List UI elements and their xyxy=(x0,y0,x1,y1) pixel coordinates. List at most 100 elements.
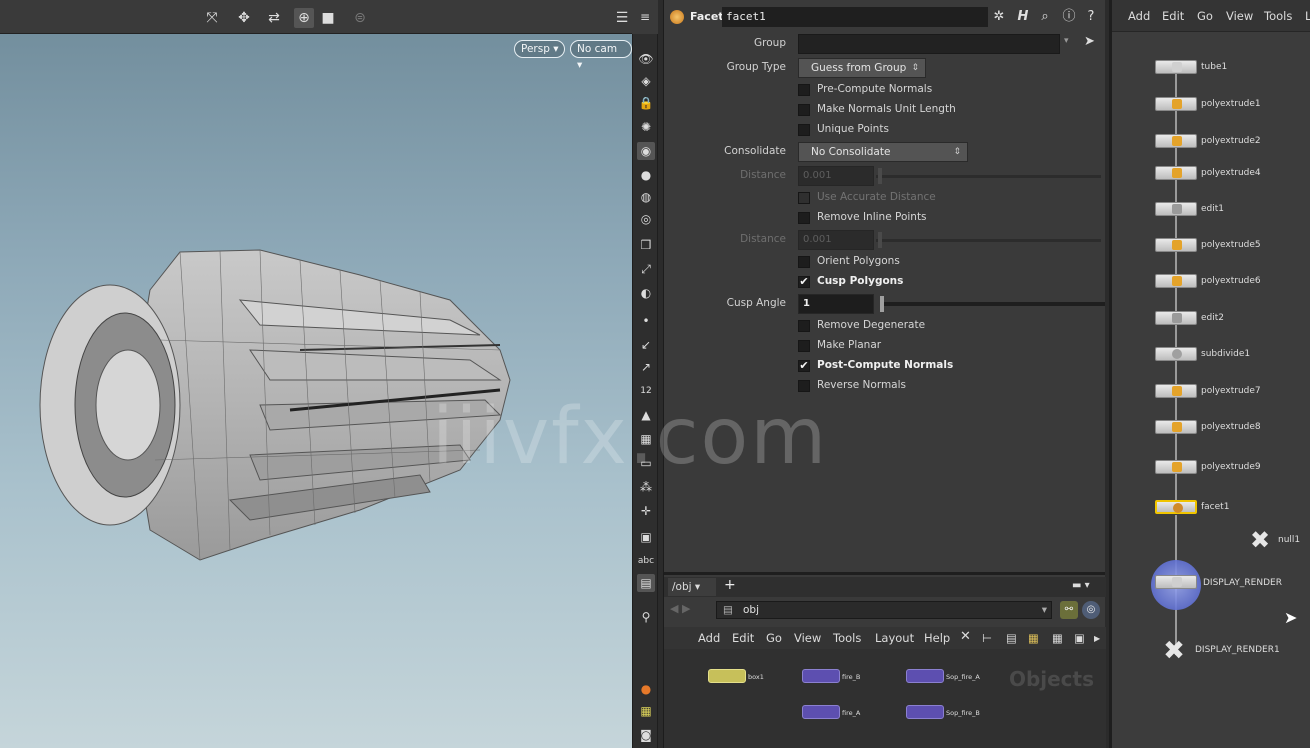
wrench-icon[interactable]: ✕ xyxy=(960,629,971,644)
post-compute-normals-checkbox[interactable]: ✔ xyxy=(798,360,810,372)
sop-node[interactable] xyxy=(1155,97,1197,111)
node-name-field[interactable]: facet1 xyxy=(722,7,988,27)
handle-icon[interactable]: ✛ xyxy=(637,502,655,520)
prim-icon[interactable]: ▲ xyxy=(637,406,655,424)
object-network-canvas[interactable]: box1 fire_B Sop_fire_A fire_A Sop_fire_B… xyxy=(664,649,1106,748)
back-arrow-icon[interactable]: ◀ ▶ xyxy=(670,602,690,615)
vector-icon[interactable]: ↗ xyxy=(637,358,655,376)
cam-menu[interactable]: No cam ▾ xyxy=(570,40,632,71)
cusp-angle-field[interactable]: 1 xyxy=(798,294,874,314)
cusp-angle-slider-handle[interactable] xyxy=(880,296,884,312)
sop-menu-tools[interactable]: Tools xyxy=(1264,9,1292,23)
view-icon[interactable]: 👁 xyxy=(637,50,655,68)
normal-icon[interactable]: ↙ xyxy=(637,336,655,354)
gear-icon[interactable]: ✲ xyxy=(990,8,1008,26)
engine-model[interactable] xyxy=(30,230,530,570)
info-icon[interactable]: ⓘ xyxy=(1060,8,1078,26)
group-dropdown-icon[interactable]: ▾ xyxy=(1064,36,1069,46)
help-icon[interactable]: ? xyxy=(1082,8,1100,26)
help-h-icon[interactable]: H xyxy=(1014,8,1032,26)
cusp-angle-slider-track[interactable] xyxy=(880,302,1105,306)
eye-icon[interactable]: ◙ xyxy=(637,726,655,744)
menu-edit[interactable]: Edit xyxy=(732,631,754,645)
sop-node[interactable] xyxy=(1155,202,1197,216)
menu-add[interactable]: Add xyxy=(698,631,720,645)
uv-icon[interactable]: ▦ xyxy=(637,430,655,448)
search-icon[interactable]: ⌕ xyxy=(1036,8,1054,26)
dot-icon[interactable]: • xyxy=(637,312,655,330)
sop-node[interactable] xyxy=(1155,420,1197,434)
add-tab-button[interactable]: + xyxy=(724,577,736,593)
network-node[interactable] xyxy=(802,705,840,719)
light-icon[interactable]: ✺ xyxy=(637,118,655,136)
sop-node[interactable] xyxy=(1155,347,1197,361)
scene-viewport[interactable]: ⤧ ✥ ⇄ ⊕ ■ ⊜ ☰ Persp ▾ No cam ▾ xyxy=(0,0,632,748)
display-icon[interactable]: ▤ xyxy=(637,574,655,592)
reverse-normals-checkbox[interactable] xyxy=(798,380,810,392)
make-normals-unit-checkbox[interactable] xyxy=(798,104,810,116)
pane-menu-icon[interactable]: ▬ ▾ xyxy=(1072,580,1090,591)
pose-icon[interactable]: ⊕ xyxy=(294,8,314,28)
sop-node[interactable] xyxy=(1155,60,1197,74)
remove-degenerate-checkbox[interactable] xyxy=(798,320,810,332)
sop-node[interactable] xyxy=(1155,384,1197,398)
sop-node[interactable] xyxy=(1155,460,1197,474)
make-planar-checkbox[interactable] xyxy=(798,340,810,352)
orient-polygons-checkbox[interactable] xyxy=(798,256,810,268)
display-render-node[interactable] xyxy=(1155,575,1197,589)
network-node[interactable] xyxy=(906,705,944,719)
null-node-icon[interactable]: ✖ xyxy=(1244,528,1276,552)
select-icon[interactable]: ⤧ xyxy=(202,8,222,28)
render-icon[interactable]: ▦ xyxy=(637,702,655,720)
frame-icon[interactable]: ▭ xyxy=(637,454,655,472)
sop-menu-edit[interactable]: Edit xyxy=(1162,9,1184,23)
pre-compute-normals-checkbox[interactable] xyxy=(798,84,810,96)
point-number-icon[interactable]: 12 xyxy=(637,382,655,400)
menu-help[interactable]: Help xyxy=(924,631,950,645)
network-node[interactable] xyxy=(802,669,840,683)
box-icon[interactable]: ▣ xyxy=(637,528,655,546)
snap-icon[interactable]: ■ xyxy=(318,8,338,28)
record-icon[interactable]: ● xyxy=(637,680,655,698)
more-icon[interactable]: ▶ xyxy=(1094,634,1100,643)
grid-icon[interactable]: ▦ xyxy=(1052,631,1063,645)
nodes-icon[interactable]: ⁂ xyxy=(637,478,655,496)
shelf-menu-icon[interactable]: ≡ xyxy=(636,8,654,26)
network-icon[interactable]: ▣ xyxy=(1074,631,1085,645)
viewport-options-icon[interactable]: ☰ xyxy=(612,8,632,28)
ghost-icon[interactable]: ◈ xyxy=(637,72,655,90)
sop-node[interactable] xyxy=(1155,311,1197,325)
link-pane-icon[interactable]: ◎ xyxy=(1082,601,1100,619)
path-dropdown-icon[interactable]: ▾ xyxy=(1042,602,1047,618)
pin-icon[interactable]: ⚲ xyxy=(637,608,655,626)
unique-points-checkbox[interactable] xyxy=(798,124,810,136)
menu-view[interactable]: View xyxy=(794,631,821,645)
network-node[interactable] xyxy=(708,669,746,683)
sop-menu-go[interactable]: Go xyxy=(1197,9,1213,23)
facet-node-selected[interactable] xyxy=(1155,500,1197,514)
shading-icon[interactable]: ◉ xyxy=(637,142,655,160)
sop-node[interactable] xyxy=(1155,134,1197,148)
lock-icon[interactable]: 🔒 xyxy=(637,94,655,112)
bulb-icon[interactable]: ● xyxy=(637,166,655,184)
transform-icon[interactable]: ⇄ xyxy=(264,8,284,28)
menu-layout[interactable]: Layout xyxy=(875,631,914,645)
group-field[interactable] xyxy=(798,34,1060,54)
point-light-icon[interactable]: ◍ xyxy=(637,188,655,206)
sop-network-pane[interactable]: Add Edit Go View Tools L tube1 polyextru… xyxy=(1109,0,1310,748)
menu-go[interactable]: Go xyxy=(766,631,782,645)
shaded-icon[interactable]: ◐ xyxy=(637,284,655,302)
tree-icon[interactable]: ⊢ xyxy=(982,631,992,645)
sop-node[interactable] xyxy=(1155,274,1197,288)
cube-icon[interactable]: ❒ xyxy=(637,236,655,254)
network-path-field[interactable]: ▤ obj ▾ xyxy=(716,601,1052,619)
menu-tools[interactable]: Tools xyxy=(833,631,861,645)
spot-light-icon[interactable]: ◎ xyxy=(637,210,655,228)
sop-node[interactable] xyxy=(1155,238,1197,252)
cusp-polygons-checkbox[interactable]: ✔ xyxy=(798,276,810,288)
grid-color-icon[interactable]: ▦ xyxy=(1028,631,1039,645)
text-icon[interactable]: abc xyxy=(637,552,655,570)
remove-inline-points-checkbox[interactable] xyxy=(798,212,810,224)
consolidate-menu[interactable]: No Consolidate ⇕ xyxy=(798,142,968,162)
null-node-icon[interactable]: ✖ xyxy=(1158,638,1190,664)
